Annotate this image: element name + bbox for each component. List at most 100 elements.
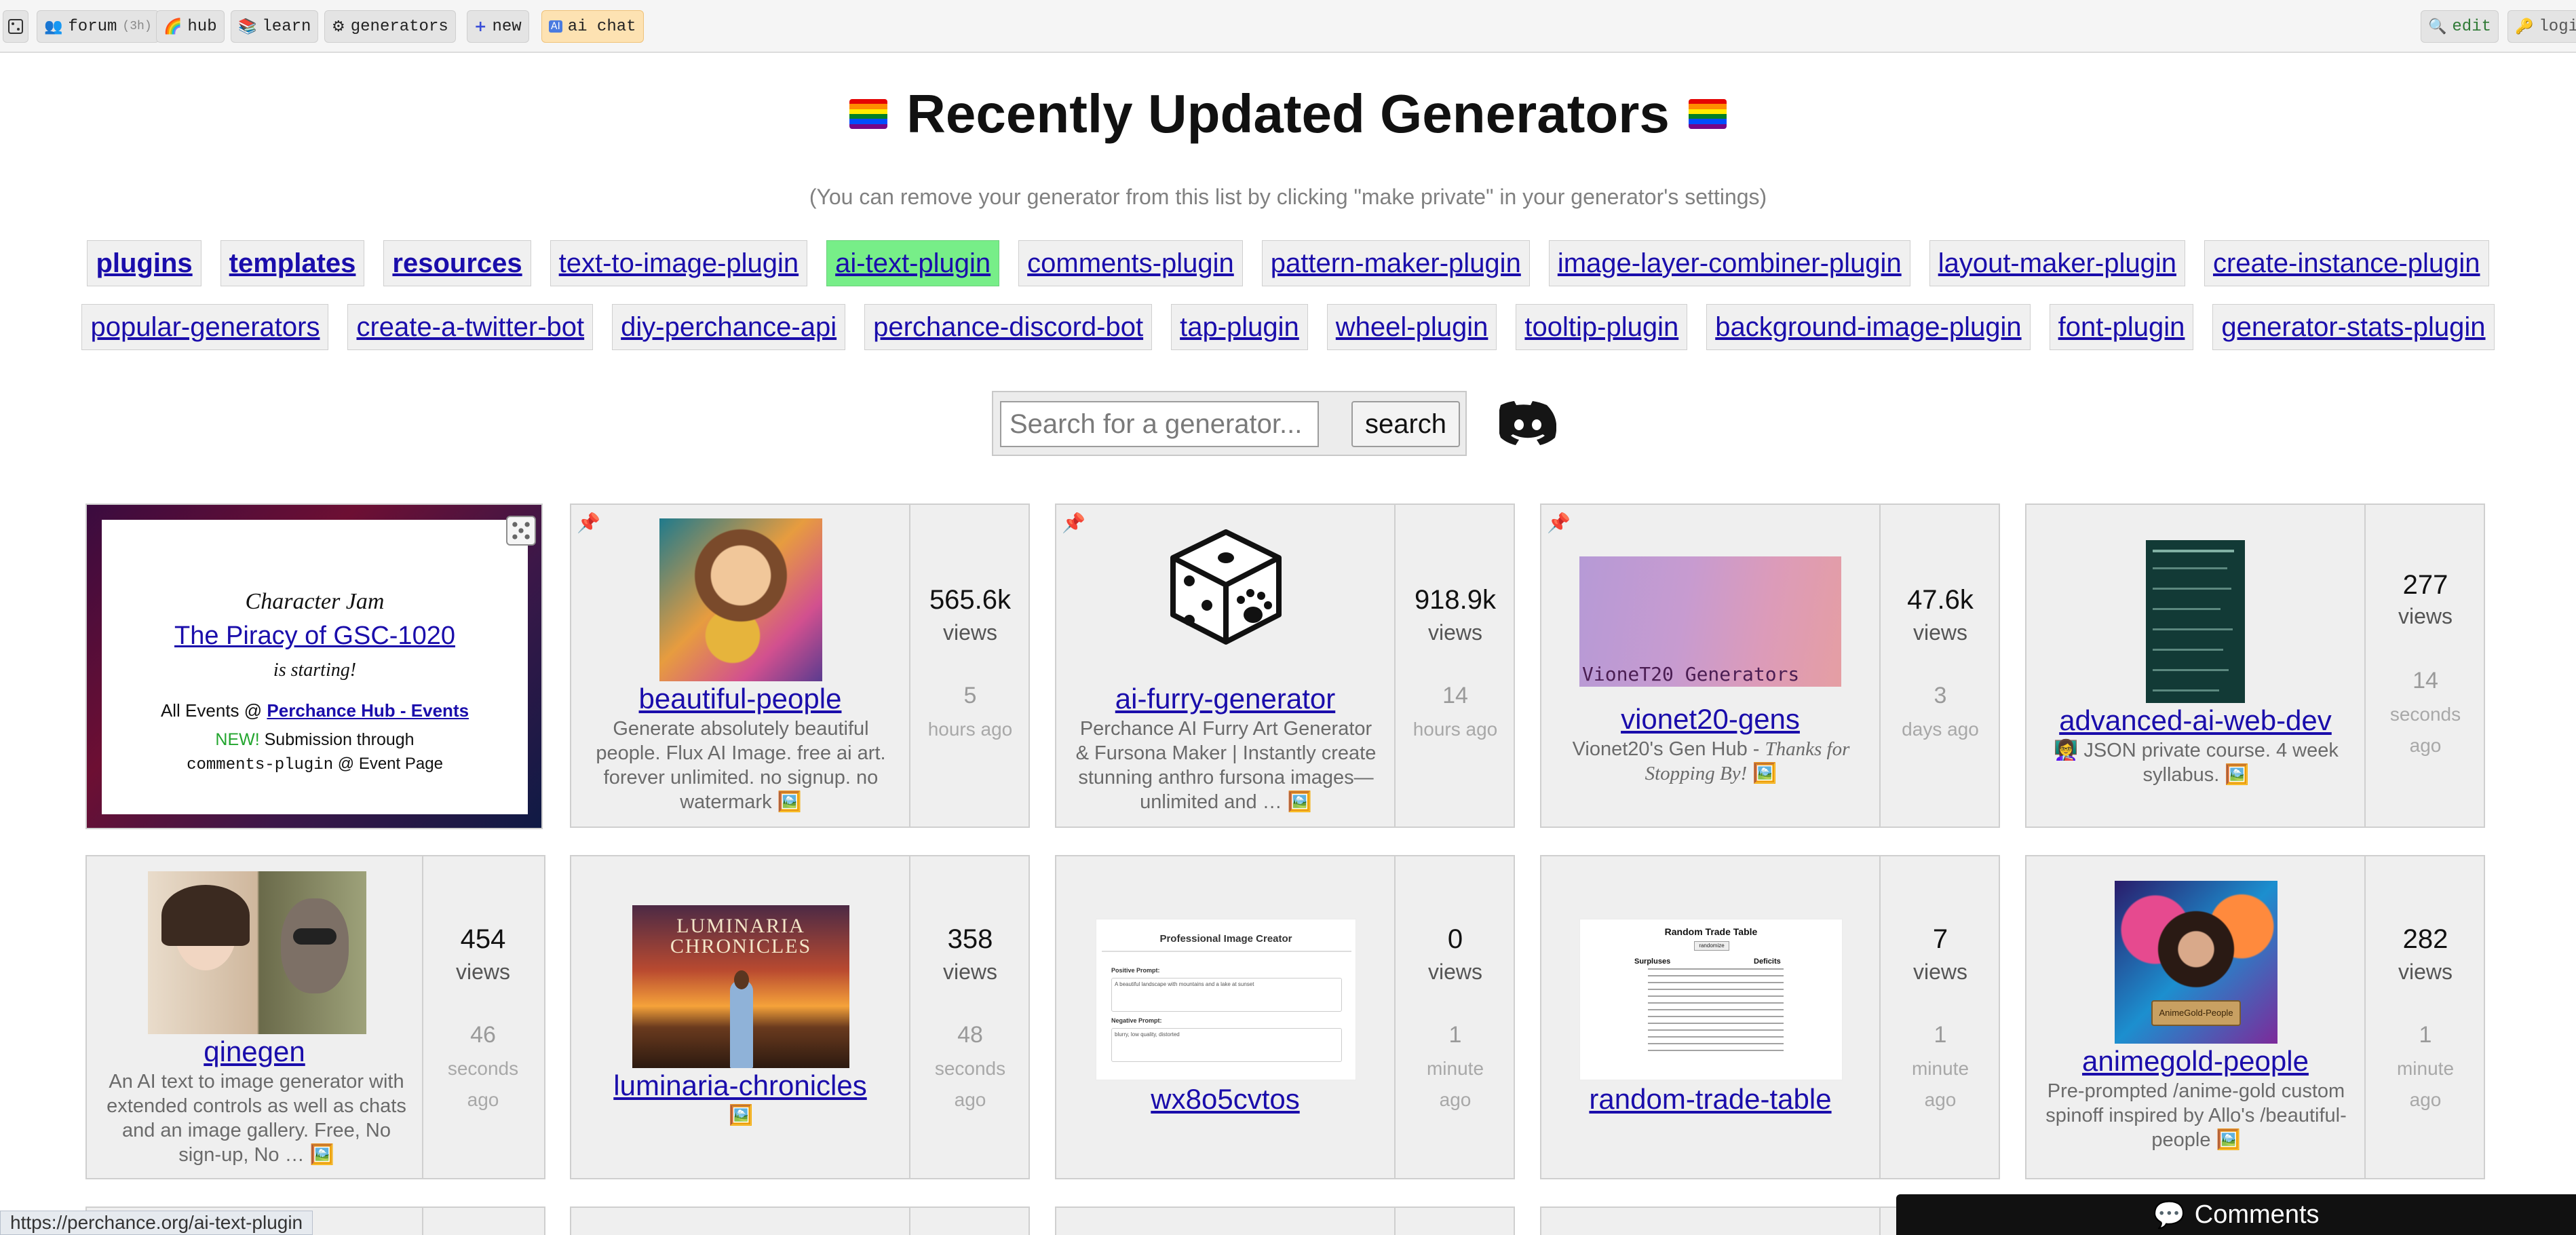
card-title-link[interactable]: advanced-ai-web-dev: [2026, 704, 2364, 737]
nav-hub[interactable]: 🌈 hub: [156, 10, 225, 43]
generator-card[interactable]: Random Trade Table randomize Surpluses D…: [1540, 855, 2000, 1179]
rainbow-flag-icon: [849, 99, 888, 129]
age-unit: seconds ago: [447, 1058, 519, 1110]
tag-link[interactable]: generator-stats-plugin: [2212, 304, 2495, 350]
age-number: 1: [2419, 1022, 2432, 1048]
generator-card[interactable]: Professional Image Creator Positive Prom…: [1055, 855, 1515, 1179]
menu-icon[interactable]: [3, 10, 28, 43]
tag-link-highlighted[interactable]: ai-text-plugin: [826, 240, 1000, 286]
views-label: views: [2398, 960, 2453, 984]
login-button[interactable]: 🔑 logi: [2507, 10, 2576, 43]
card-title-link[interactable]: luminaria-chronicles: [571, 1069, 909, 1102]
tag-link[interactable]: comments-plugin: [1018, 240, 1243, 286]
card-title-link[interactable]: vionet20-gens: [1541, 703, 1879, 736]
tag-link[interactable]: background-image-plugin: [1706, 304, 2031, 350]
generator-card[interactable]: 📌 beautiful-people Generate absolutely b…: [570, 504, 1030, 828]
comments-toggle[interactable]: 💬 Comments: [1896, 1194, 2576, 1235]
card-description-text: JSON private course. 4 week syllabus.: [2083, 740, 2339, 786]
search-button[interactable]: search: [1351, 401, 1460, 447]
generator-card[interactable]: qinegen An AI text to image generator wi…: [85, 855, 545, 1179]
top-nav-bar: 👥 forum (3h) 🌈 hub 📚 learn ⚙ generators …: [0, 0, 2576, 53]
nav-generators[interactable]: ⚙ generators: [324, 10, 456, 43]
event-link[interactable]: The Piracy of GSC-1020: [102, 622, 528, 651]
card-thumbnail: Professional Image Creator Positive Prom…: [1096, 919, 1356, 1080]
card-stats: 918.9k views 14 hours ago: [1397, 505, 1514, 826]
age-unit: hours ago: [927, 719, 1013, 740]
age-number: 14: [1442, 683, 1468, 708]
card-main: Random Trade Table randomize Surpluses D…: [1541, 856, 1881, 1178]
card-stats: 454 views 46 seconds ago: [425, 856, 541, 1178]
views-label: views: [1427, 960, 1482, 984]
generator-card[interactable]: 📌 VioneT20 Generators vionet20-gens Vion…: [1540, 504, 2000, 828]
generator-card-partial[interactable]: [570, 1206, 1030, 1235]
thumbnail-rows: [1648, 968, 1784, 1057]
views-count: 918.9k: [1414, 585, 1497, 615]
generator-card[interactable]: advanced-ai-web-dev 👩‍🏫 JSON private cou…: [2025, 504, 2485, 828]
thumbnail-field-1: Positive Prompt:: [1111, 967, 1160, 974]
card-title-link[interactable]: random-trade-table: [1541, 1083, 1879, 1116]
tag-link[interactable]: tooltip-plugin: [1516, 304, 1688, 350]
nav-label: forum: [68, 17, 117, 36]
card-stats: 7 views 1 minute ago: [1882, 856, 1999, 1178]
nav-new[interactable]: + new: [467, 10, 529, 43]
card-stats: 565.6k views 5 hours ago: [912, 505, 1029, 826]
tag-link[interactable]: text-to-image-plugin: [550, 240, 808, 286]
card-title-link[interactable]: wx8o5cvtos: [1056, 1083, 1394, 1116]
card-title-link[interactable]: animegold-people: [2026, 1045, 2364, 1078]
generator-card[interactable]: LUMINARIA CHRONICLES luminaria-chronicle…: [570, 855, 1030, 1179]
search-input[interactable]: [1000, 401, 1319, 447]
tag-link[interactable]: layout-maker-plugin: [1929, 240, 2185, 286]
card-description: Generate absolutely beautiful people. Fl…: [586, 717, 896, 814]
tag-link[interactable]: wheel-plugin: [1326, 304, 1497, 350]
tag-link[interactable]: image-layer-combiner-plugin: [1548, 240, 1910, 286]
tag-link[interactable]: create-a-twitter-bot: [347, 304, 594, 350]
tag-link[interactable]: templates: [220, 240, 365, 286]
generator-card[interactable]: 📌 ai-furry-generator Perchance AI Furry …: [1055, 504, 1515, 828]
views-count: 0: [1447, 924, 1463, 954]
new-badge: NEW!: [215, 730, 260, 749]
dice-icon: [506, 516, 536, 546]
tag-link[interactable]: perchance-discord-bot: [864, 304, 1153, 350]
card-thumbnail: [659, 518, 822, 681]
nav-label: learn: [262, 17, 311, 36]
age-unit: hours ago: [1412, 719, 1498, 740]
views-label: views: [2398, 604, 2453, 628]
card-stats: 358 views 48 seconds ago: [912, 856, 1029, 1178]
nav-ai-chat[interactable]: AI ai chat: [541, 10, 644, 43]
card-title-link[interactable]: ai-furry-generator: [1056, 683, 1394, 715]
card-title-link[interactable]: beautiful-people: [571, 683, 909, 715]
card-stats: 0 views 1 minute ago: [1397, 856, 1514, 1178]
tag-link[interactable]: plugins: [87, 240, 201, 286]
views-count: 277: [2402, 570, 2448, 600]
views-label: views: [942, 620, 997, 645]
event-promo-card[interactable]: Character Jam The Piracy of GSC-1020 is …: [85, 504, 543, 829]
discord-icon[interactable]: [1499, 399, 1556, 446]
tag-link[interactable]: create-instance-plugin: [2204, 240, 2489, 286]
age-number: 1: [1448, 1022, 1462, 1048]
age-number: 1: [1934, 1022, 1947, 1048]
views-count: 47.6k: [1907, 585, 1974, 615]
thumbnail-col-1: Surpluses: [1634, 957, 1671, 966]
tag-link[interactable]: resources: [383, 240, 531, 286]
card-description: 👩‍🏫 JSON private course. 4 week syllabus…: [2041, 738, 2351, 787]
card-stats: 277 views 14 seconds ago: [2367, 505, 2484, 826]
card-title-link[interactable]: qinegen: [87, 1036, 422, 1068]
nav-forum[interactable]: 👥 forum (3h): [37, 10, 159, 43]
tag-link[interactable]: tap-plugin: [1171, 304, 1308, 350]
generator-card-partial[interactable]: [1055, 1206, 1515, 1235]
nav-learn[interactable]: 📚 learn: [231, 10, 319, 43]
card-description-text: An AI text to image generator with exten…: [107, 1071, 406, 1166]
age-number: 46: [470, 1022, 496, 1048]
speech-bubble-icon: 💬: [2153, 1199, 2185, 1230]
tag-link[interactable]: diy-perchance-api: [612, 304, 846, 350]
edit-button[interactable]: 🔍 edit: [2421, 10, 2499, 43]
rainbow-icon: 🌈: [164, 18, 182, 35]
nav-label: hub: [187, 17, 217, 36]
tag-link[interactable]: pattern-maker-plugin: [1261, 240, 1530, 286]
tag-link[interactable]: popular-generators: [81, 304, 329, 350]
generator-card[interactable]: AnimeGold-People animegold-people Pre-pr…: [2025, 855, 2485, 1179]
tag-link[interactable]: font-plugin: [2049, 304, 2194, 350]
nav-label: ai chat: [567, 17, 636, 36]
events-hub-link[interactable]: Perchance Hub - Events: [267, 700, 469, 721]
card-description: Pre-prompted /anime-gold custom spinoff …: [2041, 1079, 2351, 1152]
